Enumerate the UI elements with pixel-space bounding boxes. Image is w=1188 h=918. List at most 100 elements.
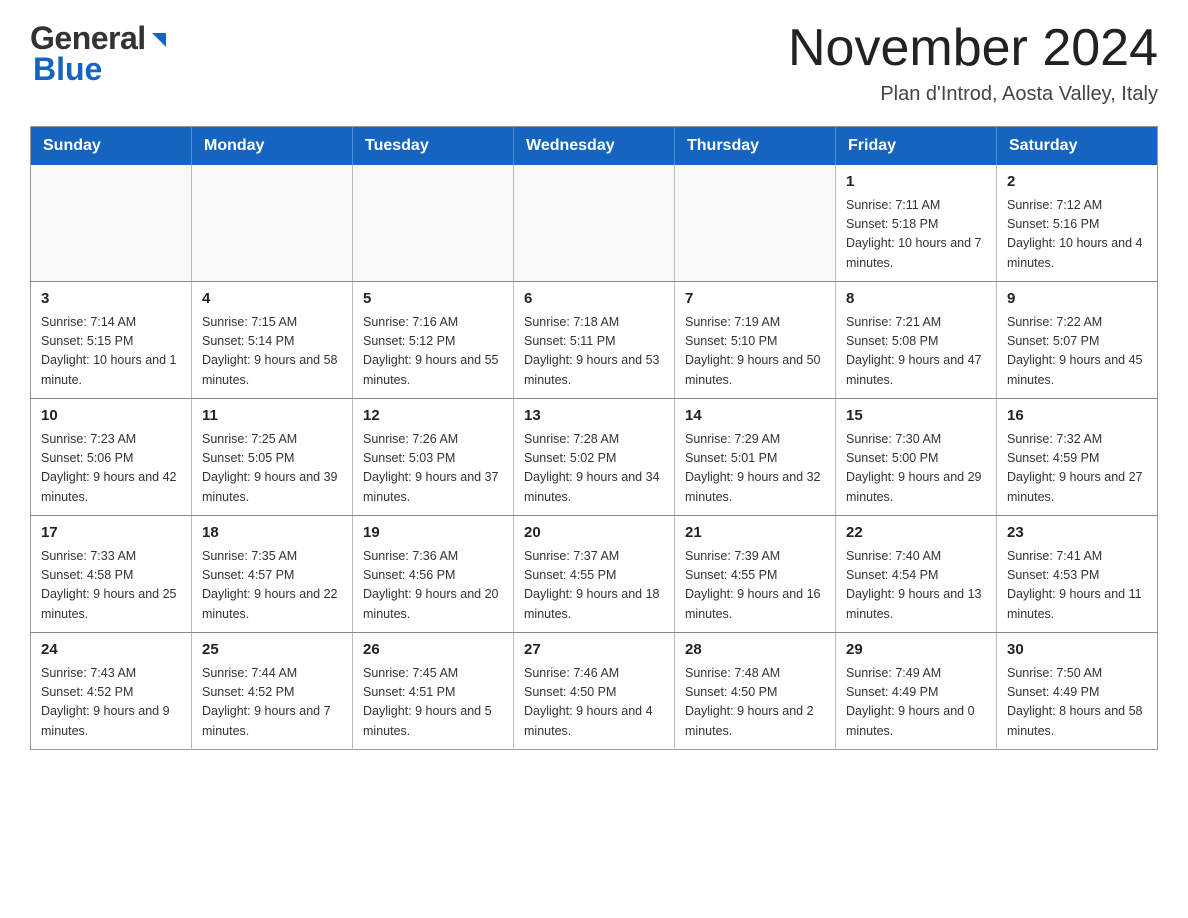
day-sun-info: Sunrise: 7:12 AM Sunset: 5:16 PM Dayligh… (1007, 196, 1147, 274)
day-sun-info: Sunrise: 7:11 AM Sunset: 5:18 PM Dayligh… (846, 196, 986, 274)
calendar-cell: 21Sunrise: 7:39 AM Sunset: 4:55 PM Dayli… (675, 516, 836, 633)
weekday-header-saturday: Saturday (997, 127, 1158, 166)
day-number: 23 (1007, 522, 1147, 545)
day-number: 15 (846, 405, 986, 428)
day-number: 6 (524, 288, 664, 311)
day-sun-info: Sunrise: 7:29 AM Sunset: 5:01 PM Dayligh… (685, 430, 825, 508)
calendar-week-row: 3Sunrise: 7:14 AM Sunset: 5:15 PM Daylig… (31, 282, 1158, 399)
calendar-cell: 18Sunrise: 7:35 AM Sunset: 4:57 PM Dayli… (192, 516, 353, 633)
day-sun-info: Sunrise: 7:46 AM Sunset: 4:50 PM Dayligh… (524, 664, 664, 742)
day-number: 18 (202, 522, 342, 545)
calendar-cell: 2Sunrise: 7:12 AM Sunset: 5:16 PM Daylig… (997, 165, 1158, 282)
calendar-cell (353, 165, 514, 282)
day-sun-info: Sunrise: 7:40 AM Sunset: 4:54 PM Dayligh… (846, 547, 986, 625)
calendar-cell: 25Sunrise: 7:44 AM Sunset: 4:52 PM Dayli… (192, 633, 353, 750)
day-number: 19 (363, 522, 503, 545)
calendar-cell: 16Sunrise: 7:32 AM Sunset: 4:59 PM Dayli… (997, 399, 1158, 516)
month-year-title: November 2024 (788, 20, 1158, 77)
calendar-cell: 3Sunrise: 7:14 AM Sunset: 5:15 PM Daylig… (31, 282, 192, 399)
day-number: 13 (524, 405, 664, 428)
day-number: 9 (1007, 288, 1147, 311)
calendar-cell: 1Sunrise: 7:11 AM Sunset: 5:18 PM Daylig… (836, 165, 997, 282)
weekday-header-wednesday: Wednesday (514, 127, 675, 166)
day-sun-info: Sunrise: 7:23 AM Sunset: 5:06 PM Dayligh… (41, 430, 181, 508)
day-sun-info: Sunrise: 7:28 AM Sunset: 5:02 PM Dayligh… (524, 430, 664, 508)
calendar-cell (31, 165, 192, 282)
logo: General Blue (30, 20, 170, 88)
location-subtitle: Plan d'Introd, Aosta Valley, Italy (788, 83, 1158, 106)
calendar-cell (192, 165, 353, 282)
calendar-week-row: 24Sunrise: 7:43 AM Sunset: 4:52 PM Dayli… (31, 633, 1158, 750)
day-number: 12 (363, 405, 503, 428)
day-sun-info: Sunrise: 7:26 AM Sunset: 5:03 PM Dayligh… (363, 430, 503, 508)
calendar-cell: 11Sunrise: 7:25 AM Sunset: 5:05 PM Dayli… (192, 399, 353, 516)
day-number: 25 (202, 639, 342, 662)
calendar-cell: 20Sunrise: 7:37 AM Sunset: 4:55 PM Dayli… (514, 516, 675, 633)
calendar-cell: 10Sunrise: 7:23 AM Sunset: 5:06 PM Dayli… (31, 399, 192, 516)
calendar-cell (514, 165, 675, 282)
calendar-cell: 14Sunrise: 7:29 AM Sunset: 5:01 PM Dayli… (675, 399, 836, 516)
day-sun-info: Sunrise: 7:14 AM Sunset: 5:15 PM Dayligh… (41, 313, 181, 391)
calendar-cell: 24Sunrise: 7:43 AM Sunset: 4:52 PM Dayli… (31, 633, 192, 750)
calendar-header-row: SundayMondayTuesdayWednesdayThursdayFrid… (31, 127, 1158, 166)
day-sun-info: Sunrise: 7:50 AM Sunset: 4:49 PM Dayligh… (1007, 664, 1147, 742)
day-number: 11 (202, 405, 342, 428)
day-number: 14 (685, 405, 825, 428)
logo-triangle-icon (148, 29, 170, 51)
logo-blue-text: Blue (30, 51, 102, 88)
day-number: 29 (846, 639, 986, 662)
day-sun-info: Sunrise: 7:15 AM Sunset: 5:14 PM Dayligh… (202, 313, 342, 391)
day-number: 10 (41, 405, 181, 428)
day-number: 16 (1007, 405, 1147, 428)
day-number: 22 (846, 522, 986, 545)
day-sun-info: Sunrise: 7:16 AM Sunset: 5:12 PM Dayligh… (363, 313, 503, 391)
weekday-header-sunday: Sunday (31, 127, 192, 166)
day-sun-info: Sunrise: 7:41 AM Sunset: 4:53 PM Dayligh… (1007, 547, 1147, 625)
calendar-table: SundayMondayTuesdayWednesdayThursdayFrid… (30, 126, 1158, 750)
calendar-cell: 17Sunrise: 7:33 AM Sunset: 4:58 PM Dayli… (31, 516, 192, 633)
day-sun-info: Sunrise: 7:30 AM Sunset: 5:00 PM Dayligh… (846, 430, 986, 508)
day-number: 4 (202, 288, 342, 311)
calendar-week-row: 1Sunrise: 7:11 AM Sunset: 5:18 PM Daylig… (31, 165, 1158, 282)
calendar-week-row: 17Sunrise: 7:33 AM Sunset: 4:58 PM Dayli… (31, 516, 1158, 633)
calendar-cell: 15Sunrise: 7:30 AM Sunset: 5:00 PM Dayli… (836, 399, 997, 516)
calendar-cell: 13Sunrise: 7:28 AM Sunset: 5:02 PM Dayli… (514, 399, 675, 516)
day-number: 1 (846, 171, 986, 194)
calendar-cell: 28Sunrise: 7:48 AM Sunset: 4:50 PM Dayli… (675, 633, 836, 750)
day-number: 5 (363, 288, 503, 311)
day-number: 30 (1007, 639, 1147, 662)
day-number: 17 (41, 522, 181, 545)
weekday-header-monday: Monday (192, 127, 353, 166)
day-number: 2 (1007, 171, 1147, 194)
title-section: November 2024 Plan d'Introd, Aosta Valle… (788, 20, 1158, 106)
day-sun-info: Sunrise: 7:21 AM Sunset: 5:08 PM Dayligh… (846, 313, 986, 391)
day-number: 27 (524, 639, 664, 662)
weekday-header-friday: Friday (836, 127, 997, 166)
day-sun-info: Sunrise: 7:36 AM Sunset: 4:56 PM Dayligh… (363, 547, 503, 625)
day-number: 8 (846, 288, 986, 311)
weekday-header-tuesday: Tuesday (353, 127, 514, 166)
day-number: 26 (363, 639, 503, 662)
day-sun-info: Sunrise: 7:25 AM Sunset: 5:05 PM Dayligh… (202, 430, 342, 508)
day-sun-info: Sunrise: 7:22 AM Sunset: 5:07 PM Dayligh… (1007, 313, 1147, 391)
day-sun-info: Sunrise: 7:37 AM Sunset: 4:55 PM Dayligh… (524, 547, 664, 625)
calendar-cell: 9Sunrise: 7:22 AM Sunset: 5:07 PM Daylig… (997, 282, 1158, 399)
calendar-cell: 5Sunrise: 7:16 AM Sunset: 5:12 PM Daylig… (353, 282, 514, 399)
day-sun-info: Sunrise: 7:33 AM Sunset: 4:58 PM Dayligh… (41, 547, 181, 625)
day-sun-info: Sunrise: 7:35 AM Sunset: 4:57 PM Dayligh… (202, 547, 342, 625)
calendar-cell: 29Sunrise: 7:49 AM Sunset: 4:49 PM Dayli… (836, 633, 997, 750)
day-sun-info: Sunrise: 7:43 AM Sunset: 4:52 PM Dayligh… (41, 664, 181, 742)
day-sun-info: Sunrise: 7:19 AM Sunset: 5:10 PM Dayligh… (685, 313, 825, 391)
calendar-cell: 27Sunrise: 7:46 AM Sunset: 4:50 PM Dayli… (514, 633, 675, 750)
calendar-cell: 6Sunrise: 7:18 AM Sunset: 5:11 PM Daylig… (514, 282, 675, 399)
day-sun-info: Sunrise: 7:44 AM Sunset: 4:52 PM Dayligh… (202, 664, 342, 742)
calendar-cell: 12Sunrise: 7:26 AM Sunset: 5:03 PM Dayli… (353, 399, 514, 516)
day-number: 21 (685, 522, 825, 545)
day-number: 28 (685, 639, 825, 662)
calendar-cell: 30Sunrise: 7:50 AM Sunset: 4:49 PM Dayli… (997, 633, 1158, 750)
day-sun-info: Sunrise: 7:39 AM Sunset: 4:55 PM Dayligh… (685, 547, 825, 625)
calendar-cell (675, 165, 836, 282)
day-sun-info: Sunrise: 7:49 AM Sunset: 4:49 PM Dayligh… (846, 664, 986, 742)
day-sun-info: Sunrise: 7:18 AM Sunset: 5:11 PM Dayligh… (524, 313, 664, 391)
day-number: 24 (41, 639, 181, 662)
